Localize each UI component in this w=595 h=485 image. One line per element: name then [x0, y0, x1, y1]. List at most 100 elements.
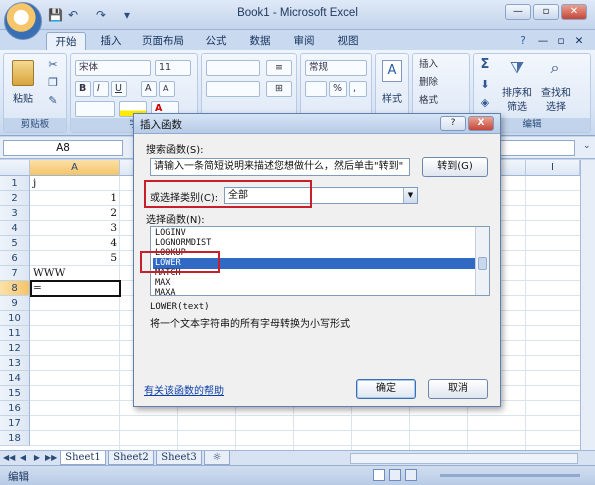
bold-button[interactable]: B — [75, 81, 91, 97]
row-header-9[interactable]: 9 — [0, 296, 30, 311]
number-format-select[interactable]: 常规 — [305, 60, 367, 76]
cell-a3[interactable]: 2 — [30, 206, 120, 221]
page-layout-view-icon[interactable] — [389, 469, 401, 481]
cell-a6[interactable]: 5 — [30, 251, 120, 266]
sheet-tab-sheet3[interactable]: Sheet3 — [156, 451, 202, 465]
go-button[interactable]: 转到(G) — [422, 157, 488, 177]
find-select-label-2[interactable]: 选择 — [536, 98, 576, 113]
last-sheet-icon[interactable]: ▶▶ — [45, 452, 57, 464]
fill-icon[interactable]: ⬇ — [478, 78, 492, 92]
row-header-7[interactable]: 7 — [0, 266, 30, 281]
cell-a1[interactable]: j — [30, 176, 120, 191]
function-item-maxa[interactable]: MAXA — [153, 288, 475, 295]
wrap-text-button[interactable]: ≡ — [266, 60, 292, 76]
row-header-18[interactable]: 18 — [0, 431, 30, 446]
find-select-icon[interactable]: ⌕ — [544, 58, 566, 80]
function-help-link[interactable]: 有关该函数的帮助 — [144, 382, 224, 397]
tab-view[interactable]: 视图 — [332, 32, 364, 50]
autosum-icon[interactable]: Σ — [478, 58, 492, 72]
row-header-8[interactable]: 8 — [0, 281, 30, 296]
page-break-view-icon[interactable] — [405, 469, 417, 481]
copy-icon[interactable]: ❐ — [46, 76, 60, 90]
function-list-scrollbar[interactable] — [475, 227, 489, 295]
row-header-3[interactable]: 3 — [0, 206, 30, 221]
row-header-4[interactable]: 4 — [0, 221, 30, 236]
close-button[interactable]: ✕ — [561, 4, 587, 20]
select-all-corner[interactable] — [0, 160, 30, 176]
search-function-input[interactable]: 请输入一条简短说明来描述您想做什么，然后单击"转到" — [150, 158, 410, 176]
sort-filter-label[interactable]: 排序和 — [500, 84, 534, 99]
minimize-button[interactable]: — — [505, 4, 531, 20]
borders-button[interactable] — [75, 101, 115, 117]
horizontal-align-buttons[interactable] — [206, 81, 260, 97]
row-header-16[interactable]: 16 — [0, 401, 30, 416]
tab-data[interactable]: 数据 — [244, 32, 276, 50]
font-size-select[interactable]: 11 — [155, 60, 191, 76]
help-icon[interactable]: ? — [516, 32, 530, 50]
doc-restore-button[interactable]: ▫ — [554, 32, 568, 50]
sheet-tab-sheet1[interactable]: Sheet1 — [60, 451, 106, 465]
shrink-font-button[interactable]: A — [159, 81, 175, 97]
horizontal-scrollbar[interactable] — [350, 453, 578, 464]
column-header-a[interactable]: A — [30, 160, 120, 176]
underline-button[interactable]: U — [111, 81, 127, 97]
dialog-help-button[interactable]: ? — [440, 116, 466, 131]
vertical-scrollbar[interactable] — [580, 160, 595, 450]
format-painter-icon[interactable]: ✎ — [46, 94, 60, 108]
function-list-scroll-thumb[interactable] — [478, 257, 487, 270]
delete-cells-button[interactable]: 删除 — [416, 76, 466, 91]
cut-icon[interactable]: ✂ — [46, 58, 60, 72]
comma-button[interactable]: , — [349, 81, 367, 97]
office-button[interactable] — [4, 2, 42, 40]
row-header-17[interactable]: 17 — [0, 416, 30, 431]
sheet-tab-sheet2[interactable]: Sheet2 — [108, 451, 154, 465]
italic-button[interactable]: I — [93, 81, 109, 97]
normal-view-icon[interactable] — [373, 469, 385, 481]
dialog-close-button[interactable]: X — [468, 116, 494, 131]
row-header-11[interactable]: 11 — [0, 326, 30, 341]
row-header-14[interactable]: 14 — [0, 371, 30, 386]
row-header-10[interactable]: 10 — [0, 311, 30, 326]
find-select-label[interactable]: 查找和 — [536, 84, 576, 99]
cell-a5[interactable]: 4 — [30, 236, 120, 251]
tab-home[interactable]: 开始 — [46, 32, 86, 50]
sort-filter-icon[interactable]: ⧩ — [506, 58, 528, 80]
tab-insert[interactable]: 插入 — [94, 32, 128, 50]
chevron-down-icon[interactable]: ▼ — [403, 188, 417, 203]
tab-page-layout[interactable]: 页面布局 — [138, 32, 188, 50]
percent-button[interactable]: % — [329, 81, 347, 97]
grow-font-button[interactable]: A — [141, 81, 157, 97]
row-header-1[interactable]: 1 — [0, 176, 30, 191]
name-box[interactable]: A8 — [3, 140, 123, 156]
styles-label[interactable]: 样式 — [376, 90, 408, 105]
cell-a2[interactable]: 1 — [30, 191, 120, 206]
row-header-13[interactable]: 13 — [0, 356, 30, 371]
ok-button[interactable]: 确定 — [356, 379, 416, 399]
format-cells-button[interactable]: 格式 — [416, 94, 466, 109]
next-sheet-icon[interactable]: ▶ — [31, 452, 43, 464]
first-sheet-icon[interactable]: ◀◀ — [3, 452, 15, 464]
styles-icon[interactable]: A — [382, 60, 402, 82]
doc-minimize-button[interactable]: — — [536, 32, 550, 50]
row-header-6[interactable]: 6 — [0, 251, 30, 266]
paste-label[interactable]: 粘贴 — [8, 90, 38, 105]
clear-icon[interactable]: ◈ — [478, 96, 492, 110]
currency-button[interactable] — [305, 81, 327, 97]
vertical-align-buttons[interactable] — [206, 60, 260, 76]
merge-button[interactable]: ⊞ — [266, 81, 292, 97]
cancel-button[interactable]: 取消 — [428, 379, 488, 399]
expand-formula-bar-icon[interactable]: ⌄ — [583, 141, 591, 151]
doc-close-button[interactable]: ✕ — [572, 32, 586, 50]
maximize-button[interactable]: ▫ — [533, 4, 559, 20]
row-header-15[interactable]: 15 — [0, 386, 30, 401]
column-header-i[interactable]: I — [526, 160, 580, 176]
paste-icon[interactable] — [12, 60, 34, 86]
cell-a4[interactable]: 3 — [30, 221, 120, 236]
insert-sheet-icon[interactable]: ☼ — [204, 451, 230, 465]
cell-a7[interactable]: WWW — [30, 266, 120, 281]
row-header-5[interactable]: 5 — [0, 236, 30, 251]
insert-cells-button[interactable]: 插入 — [416, 58, 466, 73]
tab-review[interactable]: 审阅 — [288, 32, 320, 50]
row-header-2[interactable]: 2 — [0, 191, 30, 206]
font-name-select[interactable]: 宋体 — [75, 60, 151, 76]
